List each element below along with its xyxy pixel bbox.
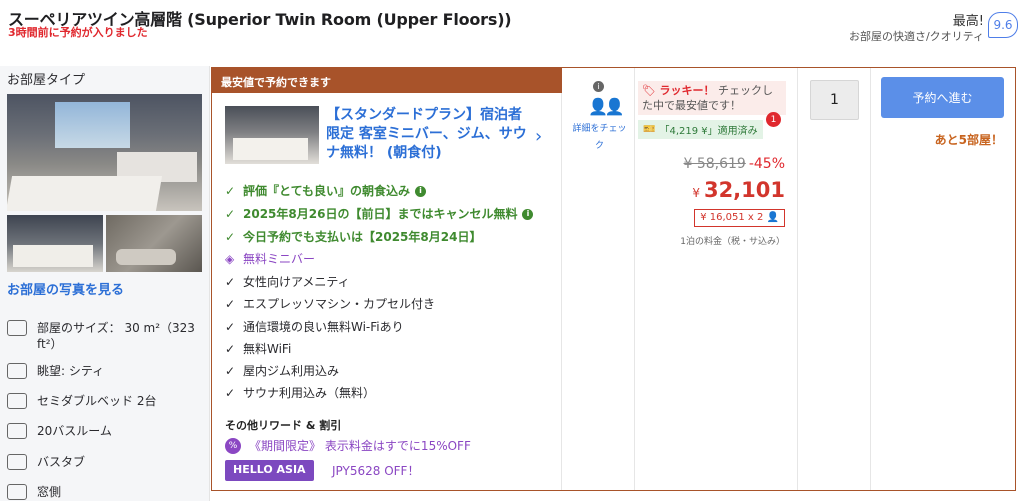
room-type-label: お部屋タイプ — [7, 73, 86, 88]
plan-title-link[interactable]: 【スタンダードプラン】宿泊者限定 客室ミニバー、ジム、サウナ無料！ (朝食付) — [326, 106, 531, 163]
room-photo-thumb-2[interactable] — [106, 215, 202, 272]
feature-item: ✓ 屋内ジム利用込み — [225, 364, 340, 378]
room-quantity-select[interactable]: 1 — [810, 80, 859, 120]
coupon-applied[interactable]: 🎫 「4,219 ¥」適用済み — [638, 120, 763, 139]
original-price: ¥ 58,619 -45% — [683, 156, 785, 172]
info-icon[interactable]: i — [522, 208, 534, 220]
discount-icon: % — [225, 437, 241, 454]
occupancy-column: i 👤👤 詳細をチェック — [562, 68, 635, 490]
offer-row: 最安値で予約できます 【スタンダードプラン】宿泊者限定 客室ミニバー、ジム、サウ… — [211, 67, 1016, 491]
recent-booking-notice: 3時間前に予約が入りました — [8, 26, 148, 39]
check-icon: ✓ — [225, 386, 236, 400]
window-icon — [7, 484, 27, 500]
pricing-column: 🏷 ラッキー！ チェックした中で最安値です！ 🎫 「4,219 ¥」適用済み 1… — [635, 68, 798, 490]
check-icon: ✓ — [225, 342, 236, 356]
check-icon: ✓ — [225, 184, 236, 198]
info-icon[interactable]: i — [593, 81, 604, 92]
check-icon: ✓ — [225, 320, 236, 334]
info-icon[interactable]: i — [415, 185, 427, 197]
tag-icon: 🏷 — [642, 84, 656, 97]
promo-reward: % 《期間限定》 表示料金はすでに15%OFF — [225, 437, 471, 454]
check-icon: ✓ — [225, 230, 236, 244]
room-size-icon — [7, 320, 27, 336]
feature-item: ✓ サウナ利用込み（無料） — [225, 386, 376, 400]
rewards-heading: その他リワード & 割引 — [225, 419, 342, 432]
diamond-icon: ◈ — [225, 252, 235, 266]
bathtub-icon — [7, 454, 27, 470]
feature-breakfast: ✓ 評価『とても良い』の朝食込み i — [225, 183, 427, 199]
hello-asia-badge: HELLO ASIA — [225, 460, 314, 481]
booking-column: 予約へ進む あと5部屋！ — [871, 68, 1015, 490]
feature-item: ✓ 女性向けアメニティ — [225, 275, 350, 289]
coupon-count-badge: 1 — [766, 112, 781, 127]
feature-free-cancellation: ✓ 2025年8月26日の【前日】まではキャンセル無料 i — [225, 206, 534, 222]
best-price-banner: 最安値で予約できます — [212, 68, 562, 93]
rating-word: 最高! — [952, 14, 984, 29]
price-note: 1泊の料金（税・サ込み） — [680, 237, 785, 247]
room-photos-link[interactable]: お部屋の写真を見る — [7, 279, 124, 298]
amenity-bathtub: バスタブ — [7, 454, 85, 470]
room-info-panel: お部屋タイプ お部屋の写真を見る 部屋のサイズ： 30 m²（323 ft²） … — [0, 66, 210, 501]
check-icon: ✓ — [225, 364, 236, 378]
chevron-right-icon[interactable]: › — [535, 126, 542, 147]
person-icon: 👤 — [766, 212, 779, 223]
feature-item: ✓ 通信環境の良い無料Wi-Fiあり — [225, 320, 404, 334]
amenity-bed: セミダブルベッド 2台 — [7, 393, 156, 409]
plan-details: 最安値で予約できます 【スタンダードプラン】宿泊者限定 客室ミニバー、ジム、サウ… — [212, 68, 562, 490]
plan-photo[interactable] — [225, 106, 319, 164]
room-photo-thumb-1[interactable] — [7, 215, 103, 272]
check-icon: ✓ — [225, 207, 236, 221]
quantity-column: 1 — [798, 68, 871, 490]
feature-pay-later: ✓ 今日予約でも支払いは【2025年8月24日】 — [225, 230, 482, 244]
feature-item: ✓ エスプレッソマシン・カプセル付き — [225, 297, 436, 311]
book-button[interactable]: 予約へ進む — [881, 77, 1004, 118]
occupancy-details-link[interactable]: 詳細をチェック — [572, 121, 627, 155]
bathroom-icon — [7, 423, 27, 439]
feature-item: ✓ 無料WiFi — [225, 342, 292, 356]
amenity-bathroom: 20バスルーム — [7, 423, 112, 439]
amenity-room-size: 部屋のサイズ： 30 m²（323 ft²） — [7, 320, 207, 352]
ticket-icon: 🎫 — [643, 124, 656, 135]
feature-minibar: ◈ 無料ミニバー — [225, 252, 316, 266]
per-person-price: ¥ 16,051 x 2 👤 — [694, 209, 785, 227]
coupon-discount: JPY5628 OFF！ — [332, 464, 420, 478]
room-photo-main[interactable] — [7, 94, 202, 211]
check-icon: ✓ — [225, 297, 236, 311]
check-icon: ✓ — [225, 275, 236, 289]
rating-score-badge: 9.6 — [988, 12, 1018, 38]
amenity-window: 窓側 — [7, 484, 61, 500]
view-icon — [7, 363, 27, 379]
bed-icon — [7, 393, 27, 409]
two-guests-icon: 👤👤 — [588, 97, 625, 116]
amenity-view: 眺望: シティ — [7, 363, 104, 379]
lucky-deal-notice: 🏷 ラッキー！ チェックした中で最安値です！ — [638, 81, 786, 115]
rating-category: お部屋の快適さ/クオリティ — [848, 30, 984, 43]
final-price: ¥32,101 — [692, 178, 785, 202]
rooms-left-notice: あと5部屋！ — [934, 133, 1003, 147]
